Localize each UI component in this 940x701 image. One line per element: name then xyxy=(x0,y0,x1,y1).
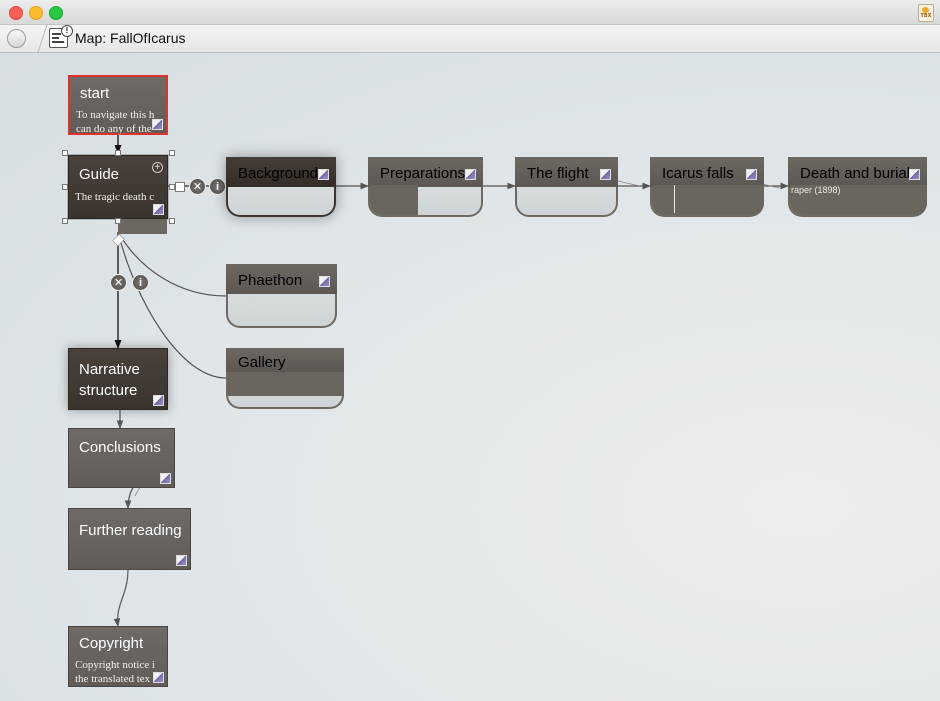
tab-divider xyxy=(27,25,48,52)
note-title: Background xyxy=(238,165,319,182)
resize-handle[interactable] xyxy=(169,150,175,156)
note-badge-icon xyxy=(319,276,330,287)
container-inner-note xyxy=(652,185,764,215)
note-title: Preparations xyxy=(380,165,466,182)
note-badge-icon xyxy=(746,169,757,180)
note-badge-icon xyxy=(176,555,187,566)
container-inner-note xyxy=(228,372,344,396)
map-tab-bar: Map: FallOfIcarus xyxy=(0,25,940,53)
container-inner-note xyxy=(370,185,418,215)
map-view-icon xyxy=(49,25,73,48)
resize-handle[interactable] xyxy=(62,184,68,190)
note-badge-icon xyxy=(153,395,164,406)
note-title-line-2: structure xyxy=(79,382,138,399)
link-drag-handle[interactable] xyxy=(175,182,185,192)
zoom-window-button[interactable] xyxy=(49,6,63,20)
note-badge-icon xyxy=(153,204,164,215)
add-note-icon[interactable]: + xyxy=(152,162,163,173)
note-badge-icon xyxy=(318,169,329,180)
delete-link-icon[interactable]: ✕ xyxy=(110,274,127,291)
note-title: Gallery xyxy=(238,354,286,371)
note-text-line: The tragic death c xyxy=(75,191,155,203)
note-title: Narrative xyxy=(79,361,140,378)
resize-handle[interactable] xyxy=(62,150,68,156)
note-title: Guide xyxy=(79,166,120,183)
note-narrative-structure[interactable]: Narrative structure xyxy=(68,348,168,410)
note-background[interactable]: Background xyxy=(226,157,336,217)
note-title: Conclusions xyxy=(79,439,161,456)
note-title: Phaethon xyxy=(238,272,303,289)
delete-link-icon[interactable]: ✕ xyxy=(189,178,206,195)
note-conclusions[interactable]: Conclusions xyxy=(68,428,175,488)
note-text-line: the translated tex xyxy=(75,673,151,685)
note-further-reading[interactable]: Further reading xyxy=(68,508,191,570)
map-title: Map: FallOfIcarus xyxy=(75,30,186,46)
note-phaethon[interactable]: Phaethon xyxy=(226,264,337,328)
note-title: The flight xyxy=(527,165,589,182)
note-title: Further reading xyxy=(79,522,182,539)
close-window-button[interactable] xyxy=(9,6,23,20)
note-badge-icon xyxy=(909,169,920,180)
note-badge-icon xyxy=(152,119,163,130)
resize-handle[interactable] xyxy=(62,218,68,224)
note-text-line: Copyright notice i xyxy=(75,659,156,671)
note-badge-icon xyxy=(160,473,171,484)
note-gallery[interactable]: Gallery xyxy=(226,348,344,409)
note-the-flight[interactable]: The flight xyxy=(515,157,618,217)
note-text-line: can do any of the xyxy=(76,123,152,135)
note-preparations[interactable]: Preparations xyxy=(368,157,483,217)
note-badge-icon xyxy=(465,169,476,180)
minimize-window-button[interactable] xyxy=(29,6,43,20)
link-info-icon[interactable]: i xyxy=(132,274,149,291)
resize-handle[interactable] xyxy=(169,218,175,224)
resize-handle[interactable] xyxy=(115,150,121,156)
note-title: Icarus falls xyxy=(662,165,734,182)
container-divider xyxy=(674,185,675,213)
note-badge-icon xyxy=(600,169,611,180)
note-title: start xyxy=(80,85,110,102)
note-start[interactable]: start To navigate this h can do any of t… xyxy=(68,75,168,135)
document-proxy-icon[interactable]: TBX xyxy=(918,4,934,22)
note-title: Copyright xyxy=(79,635,144,652)
guide-shadow-tab xyxy=(118,219,167,234)
title-bar: TBX xyxy=(0,0,940,25)
note-copyright[interactable]: Copyright Copyright notice i the transla… xyxy=(68,626,168,687)
note-badge-icon xyxy=(153,672,164,683)
resize-handle[interactable] xyxy=(115,218,121,224)
note-text-line: raper (1898) xyxy=(791,185,841,195)
note-death-and-burial[interactable]: Death and burial raper (1898) xyxy=(788,157,927,217)
note-guide[interactable]: Guide The tragic death c + xyxy=(68,155,168,219)
back-button[interactable] xyxy=(7,29,26,48)
note-title: Death and burial xyxy=(800,165,911,182)
note-icarus-falls[interactable]: Icarus falls xyxy=(650,157,764,217)
note-text-line: To navigate this h xyxy=(76,109,155,121)
link-info-icon[interactable]: i xyxy=(209,178,226,195)
